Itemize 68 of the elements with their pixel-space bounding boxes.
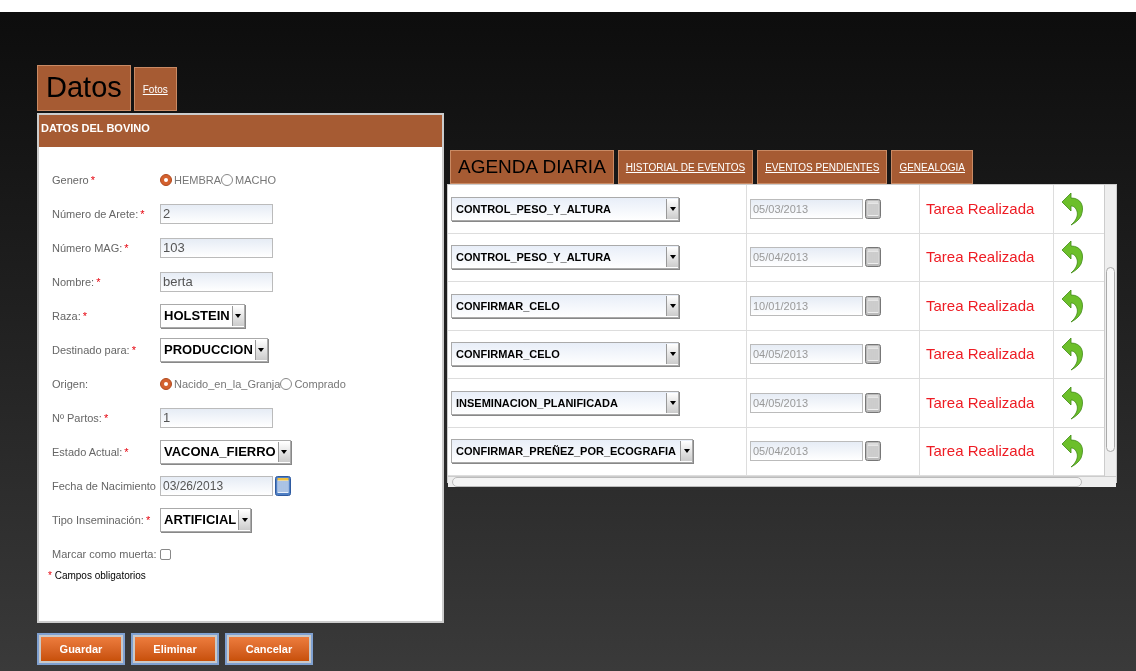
radio-label: Nacido_en_la_Granja [174,376,281,392]
calendar-icon[interactable] [865,441,881,462]
action-button[interactable]: Cancelar [225,633,313,665]
undo-arrow-icon[interactable] [1059,434,1085,469]
event-dropdown[interactable]: INSEMINACION_PLANIFICADA [451,390,679,415]
checkbox[interactable] [160,548,171,560]
task-status: Tarea Realizada [926,198,1035,219]
event-dropdown[interactable]: CONFIRMAR_PREÑEZ_POR_ECOGRAFIA [451,439,694,464]
field-label: Marcar como muerta: [52,546,158,562]
action-button[interactable]: Guardar [37,633,125,665]
undo-arrow-icon[interactable] [1059,240,1085,275]
radio-button[interactable] [280,378,293,390]
tab[interactable]: GENEALOGIA [891,150,973,184]
task-status: Tarea Realizada [926,441,1035,461]
event-dropdown[interactable]: CONFIRMAR_CELO [451,293,679,318]
action-button[interactable]: Eliminar [131,633,219,665]
task-status: Tarea Realizada [926,344,1035,364]
tab[interactable]: AGENDA DIARIA [450,150,614,184]
dropdown[interactable]: VACONA_FIERRO [160,440,291,464]
calendar-icon[interactable] [865,198,881,219]
calendar-icon[interactable] [275,476,291,496]
field-label: Genero * [52,172,96,188]
dropdown[interactable]: PRODUCCION [160,338,268,362]
event-dropdown[interactable]: CONFIRMAR_CELO [451,342,679,367]
field-label: Origen: [52,376,90,392]
field-label: Destinado para: * [52,342,137,358]
task-status: Tarea Realizada [926,247,1035,267]
field-label: Raza: * [52,308,89,324]
field-label: Número MAG: * [52,240,130,256]
field-label: Número de Arete: * [52,206,146,222]
field-label: Nombre: * [52,274,102,290]
radio-label: MACHO [235,172,276,188]
tab[interactable]: EVENTOS PENDIENTES [757,150,888,184]
calendar-icon[interactable] [865,295,881,316]
calendar-icon[interactable] [865,392,881,413]
date-field[interactable]: 03/26/2013 [160,476,273,496]
task-status: Tarea Realizada [926,295,1035,316]
text-field[interactable]: 2 [160,204,273,224]
scroll-thumb[interactable] [1106,267,1115,452]
dropdown[interactable]: ARTIFICIAL [160,508,252,532]
field-label: Fecha de Nacimiento [52,478,157,494]
calendar-icon[interactable] [865,344,881,365]
required-note: * Campos obligatorios [47,569,147,583]
text-field[interactable]: 103 [160,238,273,258]
undo-arrow-icon[interactable] [1059,288,1085,323]
radio-button[interactable] [221,174,234,186]
text-field[interactable]: berta [160,272,273,292]
radio-label: HEMBRA [174,172,222,188]
field-label: Tipo Inseminación: * [52,512,152,528]
radio-button[interactable] [160,174,172,186]
radio-label: Comprado [294,376,346,392]
tab[interactable]: Fotos [133,67,177,111]
event-dropdown[interactable]: CONTROL_PESO_Y_ALTURA [451,245,679,270]
undo-arrow-icon[interactable] [1059,385,1085,420]
radio-button[interactable] [160,378,172,390]
task-status: Tarea Realizada [926,392,1035,413]
vertical-scrollbar[interactable] [1104,185,1116,476]
dropdown[interactable]: HOLSTEIN [160,304,245,328]
section-header: DATOS DEL BOVINO [39,115,442,147]
tab[interactable]: Datos [37,65,131,111]
field-label: Nº Partos: * [52,410,110,426]
event-dropdown[interactable]: CONTROL_PESO_Y_ALTURA [451,196,679,221]
calendar-icon[interactable] [865,247,881,268]
field-label: Estado Actual: * [52,444,130,460]
undo-arrow-icon[interactable] [1059,191,1085,226]
text-field[interactable]: 1 [160,408,273,428]
tab[interactable]: HISTORIAL DE EVENTOS [617,150,754,184]
undo-arrow-icon[interactable] [1059,337,1085,372]
